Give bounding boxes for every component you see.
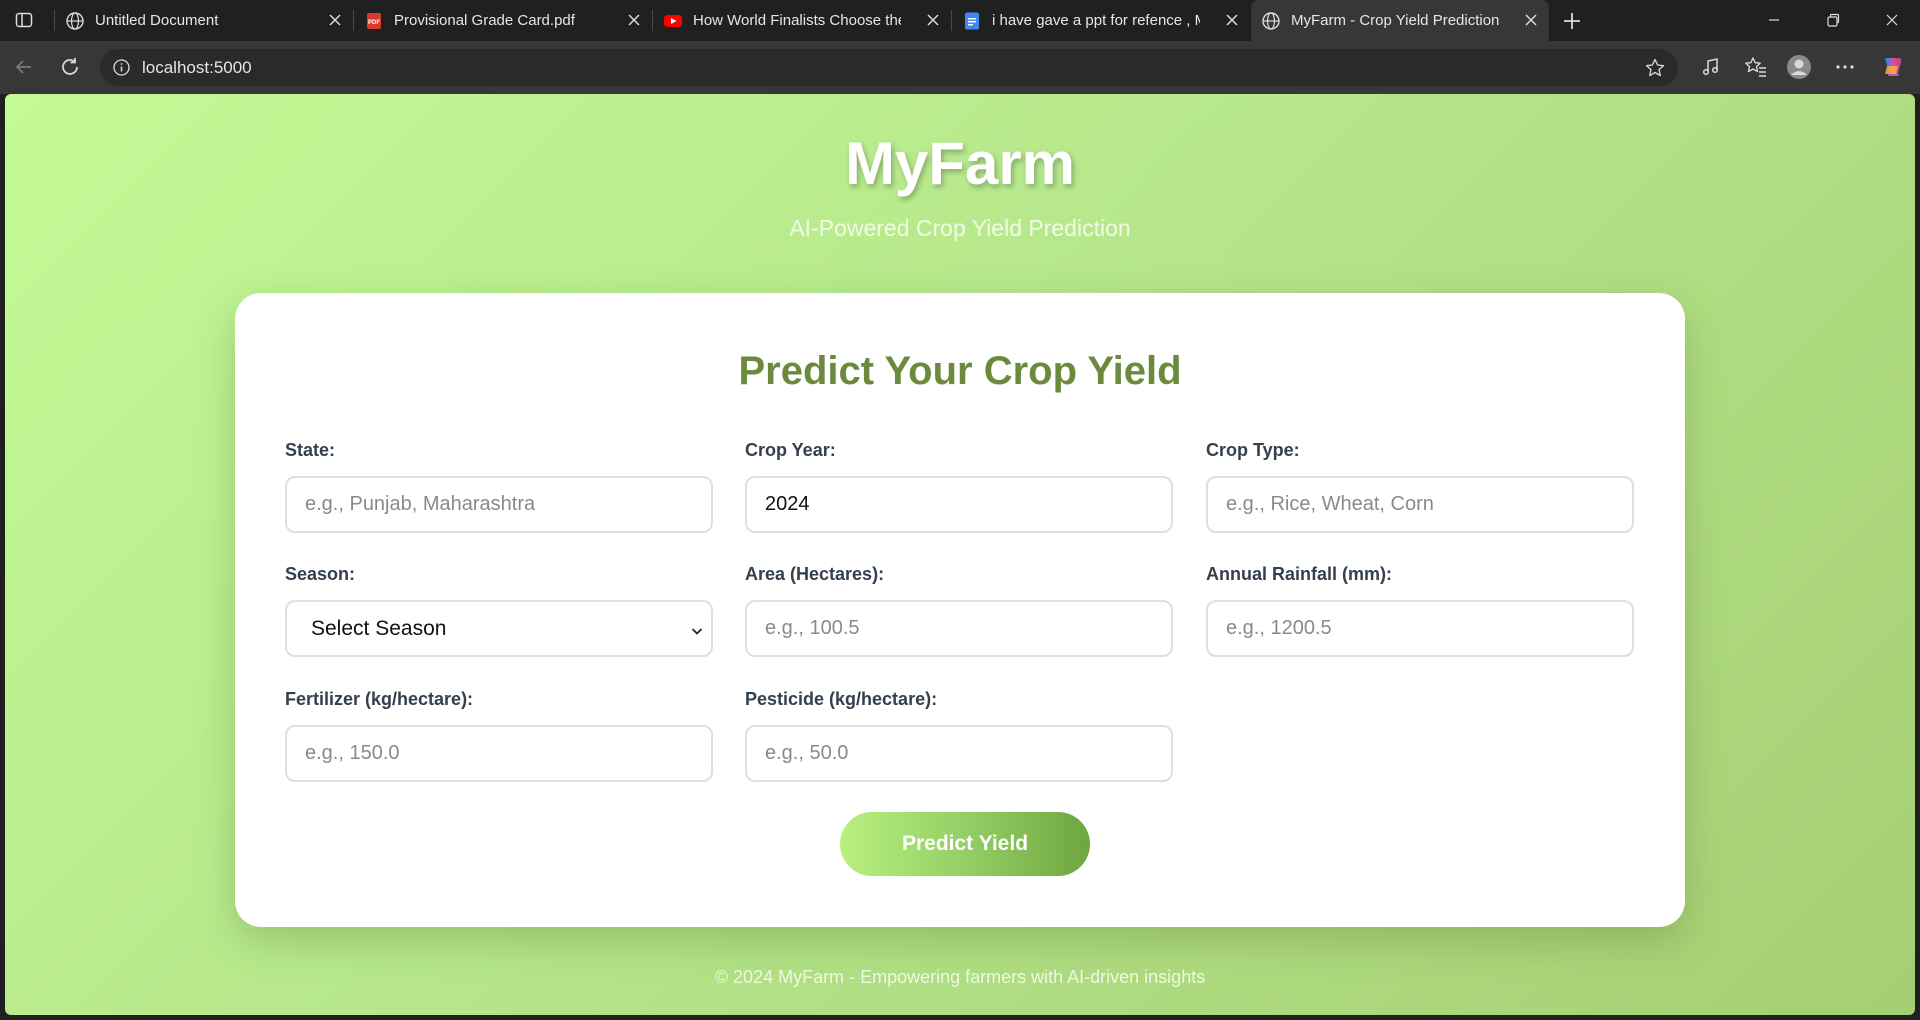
rainfall-label: Annual Rainfall (mm): [1206,564,1393,584]
rainfall-input[interactable] [1206,600,1634,657]
media-control-icon[interactable] [1698,54,1724,80]
profile-avatar-icon[interactable] [1786,54,1812,80]
browser-tab-bar: Untitled Document PDF Provisional Grade … [0,0,1920,41]
reload-icon[interactable] [58,55,82,79]
brand-tagline: AI-Powered Crop Yield Prediction [789,215,1131,241]
minimize-icon[interactable] [1764,10,1784,30]
chevron-down-icon [689,621,705,637]
docs-icon [962,11,982,31]
restore-icon[interactable] [1823,10,1843,30]
predict-yield-button[interactable]: Predict Yield [840,812,1090,876]
tab-title: How World Finalists Choose their [693,12,901,29]
close-icon[interactable] [925,12,941,28]
tab-title: MyFarm - Crop Yield Prediction [1291,12,1499,29]
season-label: Season: [285,564,356,584]
address-bar[interactable]: localhost:5000 [100,49,1678,86]
prediction-form-card: Predict Your Crop Yield State: Crop Year… [235,293,1685,927]
tab-title: i have gave a ppt for refence , My [992,12,1200,29]
copilot-icon[interactable] [1879,54,1905,80]
close-icon[interactable] [626,12,642,28]
tab-title: Untitled Document [95,12,219,29]
site-info-icon[interactable] [112,58,131,77]
favorite-star-icon[interactable] [1644,57,1666,79]
area-label: Area (Hectares): [745,564,885,584]
tab-provisional-grade-card[interactable]: PDF Provisional Grade Card.pdf [354,0,652,41]
footer-text: © 2024 MyFarm - Empowering farmers with … [714,967,1206,987]
form-title: Predict Your Crop Yield [738,349,1182,393]
close-icon[interactable] [1523,12,1539,28]
crop-type-input[interactable] [1206,476,1634,533]
globe-icon [1261,11,1281,31]
crop-type-label: Crop Type: [1206,440,1300,460]
page-viewport: MyFarm AI-Powered Crop Yield Prediction … [5,94,1915,1015]
address-bar-row: localhost:5000 [0,41,1920,94]
tab-youtube-video[interactable]: How World Finalists Choose their [653,0,951,41]
favorites-icon[interactable] [1743,54,1769,80]
tab-untitled-document[interactable]: Untitled Document [55,0,353,41]
url-text: localhost:5000 [142,58,252,77]
pesticide-label: Pesticide (kg/hectare): [745,689,938,709]
state-input[interactable] [285,476,713,533]
crop-year-label: Crop Year: [745,440,836,460]
crop-year-input[interactable] [745,476,1173,533]
tab-myfarm[interactable]: MyFarm - Crop Yield Prediction [1251,0,1549,41]
close-icon[interactable] [1224,12,1240,28]
tab-title: Provisional Grade Card.pdf [394,12,575,29]
svg-text:PDF: PDF [368,20,380,26]
fertilizer-input[interactable] [285,725,713,782]
state-label: State: [285,440,336,460]
pesticide-input[interactable] [745,725,1173,782]
pdf-icon: PDF [364,11,384,31]
new-tab-icon[interactable] [1560,9,1584,33]
season-select[interactable]: Select Season [285,600,713,657]
sidebar-toggle-icon[interactable] [14,10,34,30]
back-arrow-icon[interactable] [12,55,36,79]
window-close-icon[interactable] [1882,10,1902,30]
brand-title: MyFarm [844,130,1076,197]
close-icon[interactable] [327,12,343,28]
area-input[interactable] [745,600,1173,657]
youtube-icon [663,11,683,31]
tab-google-docs[interactable]: i have gave a ppt for refence , My [952,0,1250,41]
season-selected-value: Select Season [311,616,447,640]
more-options-icon[interactable] [1832,54,1858,80]
globe-icon [65,11,85,31]
fertilizer-label: Fertilizer (kg/hectare): [285,689,474,709]
